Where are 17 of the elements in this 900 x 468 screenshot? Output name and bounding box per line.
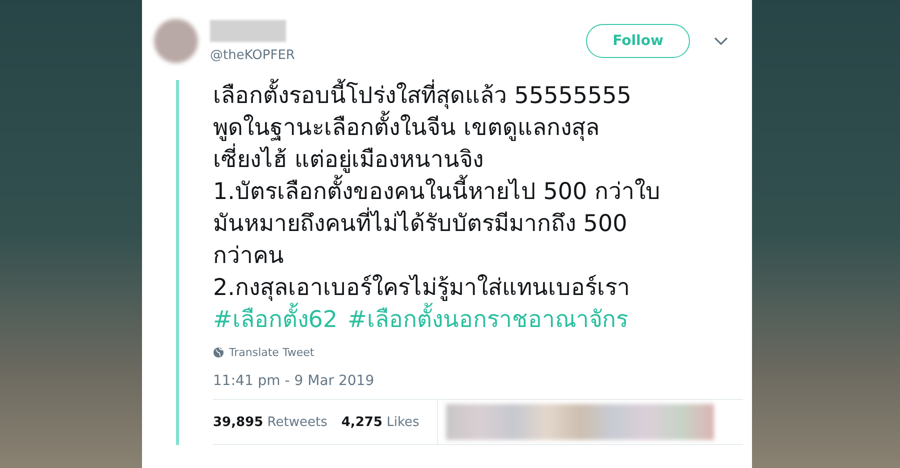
chevron-down-icon[interactable]: [714, 37, 728, 45]
timestamp[interactable]: 11:41 pm - 9 Mar 2019: [213, 373, 743, 389]
stat-count[interactable]: 39,895 Retweets: [213, 414, 328, 430]
translate-link[interactable]: Translate Tweet: [229, 346, 314, 359]
hashtag-link[interactable]: #เลือกตั้งนอกราชอาณาจักร: [348, 304, 628, 336]
stat-count[interactable]: 4,275 Likes: [341, 414, 420, 430]
tweet-text-line: กว่าคน: [213, 242, 285, 271]
user-handle[interactable]: @theKOPFER: [210, 48, 295, 62]
follow-button[interactable]: Follow: [586, 24, 690, 58]
hashtag-link[interactable]: #เลือกตั้ง62: [213, 304, 338, 336]
tweet-text-line: เลือกตั้งรอบนี้โปร่งใสที่สุดแล้ว 55555555: [213, 80, 743, 112]
tweet-text-line: 2.กงสุลเอาเบอร์ใครไม่รู้มาใส่แทนเบอร์เรา: [213, 273, 631, 302]
globe-icon: [213, 347, 224, 358]
tweet-text-line: เซี่ยงไฮ้ แต่อยู่เมืองหนานจิง: [213, 144, 743, 176]
tweet-text-line: 1.บัตรเลือกตั้งของคนในนี้หายไป 500 กว่าใบ: [213, 176, 743, 208]
tweet-text-line: พูดในฐานะเลือกตั้งในจีน เขตดูแลกงสุล: [213, 112, 743, 144]
tweet-text-line: มันหมายถึงคนที่ไม่ได้รับบัตรมีมากถึง 500: [213, 208, 743, 240]
